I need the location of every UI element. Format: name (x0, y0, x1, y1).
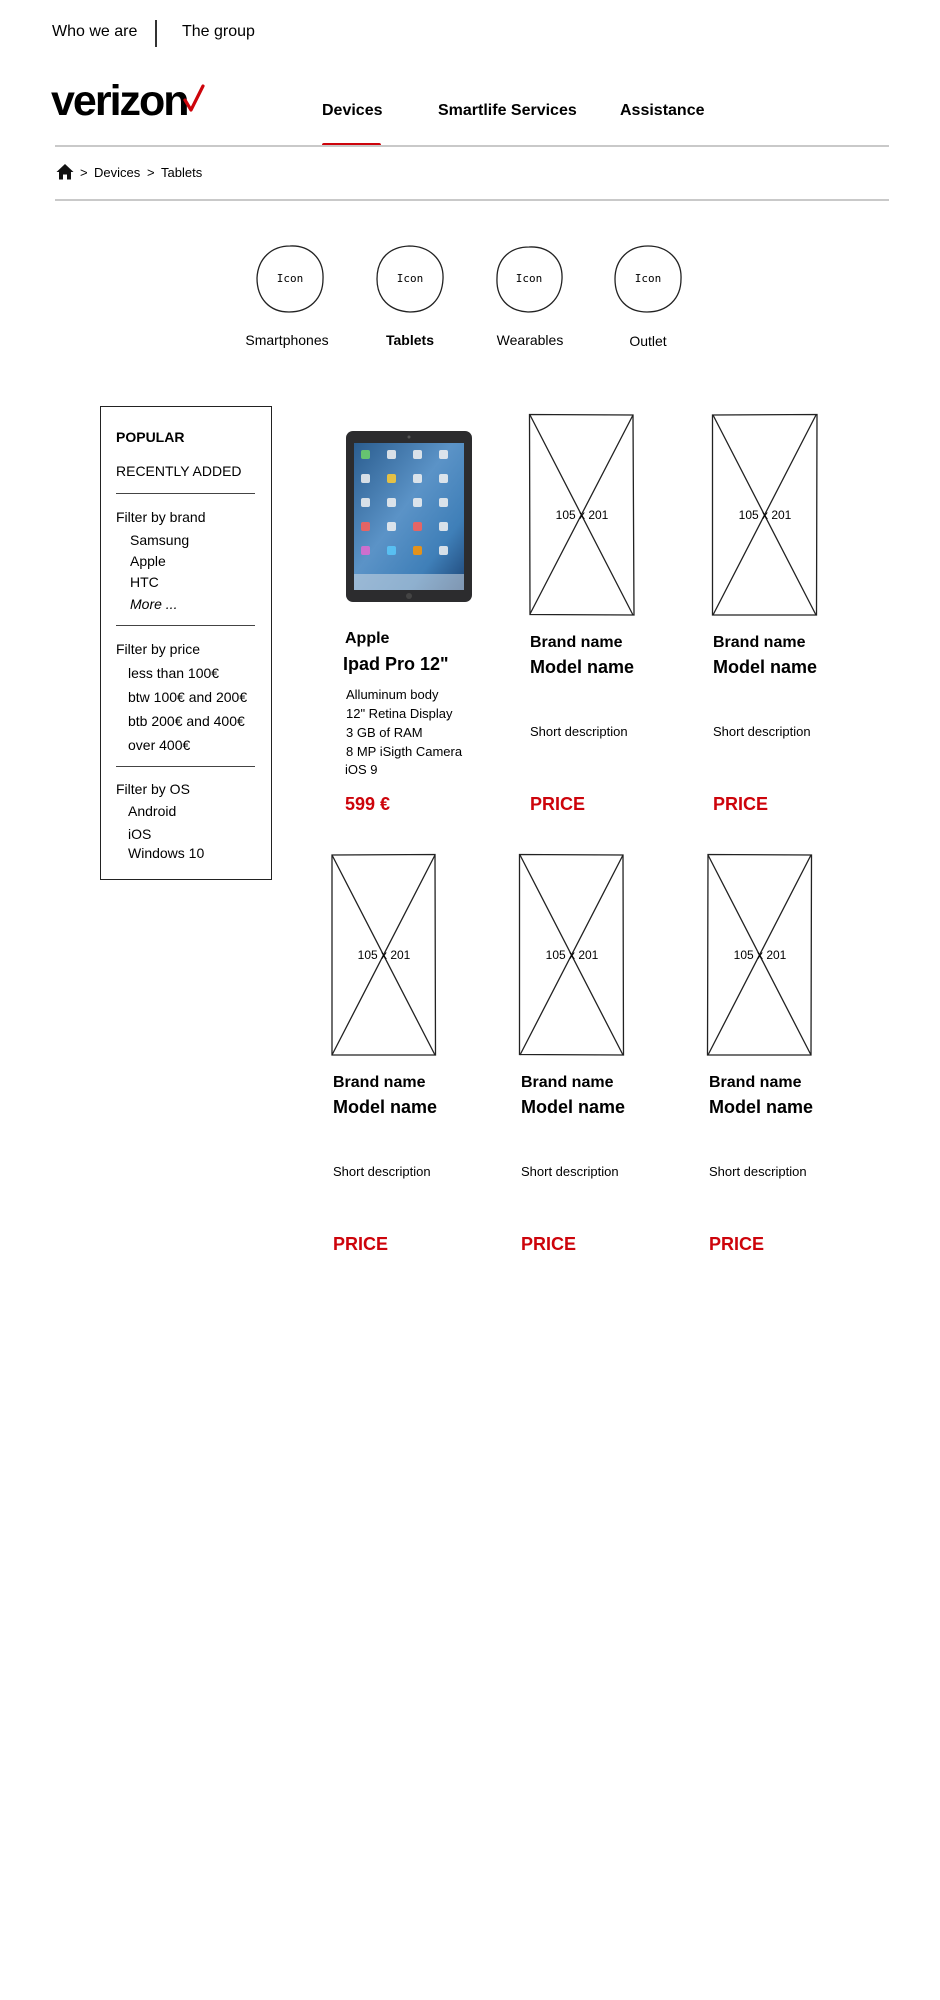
product-spec: 12" Retina Display (346, 706, 453, 721)
product-model[interactable]: Model name (530, 657, 634, 678)
product-spec: Alluminum body (346, 687, 439, 702)
product-brand: Brand name (521, 1074, 614, 1091)
product-model[interactable]: Model name (521, 1097, 625, 1118)
home-icon[interactable] (56, 163, 74, 180)
the-group-link[interactable]: The group (182, 23, 255, 41)
filter-sidebar: POPULAR RECENTLY ADDED Filter by brand S… (100, 406, 272, 880)
top-links-divider (155, 20, 157, 47)
icon-placeholder-text: Icon (515, 272, 543, 285)
ipad-product-image (346, 431, 472, 602)
icon-placeholder-text: Icon (396, 272, 424, 285)
sidebar-divider (116, 493, 255, 495)
product-description: Short description (713, 724, 811, 739)
product-price: PRICE (530, 794, 586, 814)
product-price: PRICE (709, 1234, 765, 1254)
nav-assistance[interactable]: Assistance (620, 102, 705, 120)
verizon-logo[interactable]: verizon (51, 80, 190, 123)
filter-price-option[interactable]: btb 200€ and 400€ (128, 713, 245, 729)
nav-smartlife-services[interactable]: Smartlife Services (438, 102, 577, 120)
image-size-label: 105 x 201 (357, 948, 411, 962)
breadcrumb-tablets: Tablets (161, 165, 203, 180)
category-smartphones-button[interactable]: Icon (254, 244, 326, 314)
category-label-wearables[interactable]: Wearables (475, 332, 585, 348)
sort-recently-added[interactable]: RECENTLY ADDED (116, 463, 242, 479)
product-image-placeholder[interactable]: 105 x 201 (518, 853, 626, 1057)
product-model[interactable]: Model name (333, 1097, 437, 1118)
category-wearables-button[interactable]: Icon (493, 244, 565, 314)
breadcrumb-separator: > (80, 165, 88, 180)
filter-brand-htc[interactable]: HTC (130, 574, 159, 590)
category-label-tablets[interactable]: Tablets (355, 332, 465, 348)
category-tablets-button[interactable]: Icon (374, 244, 446, 314)
product-description: Short description (333, 1164, 431, 1179)
breadcrumb-separator: > (147, 165, 155, 180)
filter-os-windows-10[interactable]: Windows 10 (128, 845, 204, 861)
product-description: Short description (709, 1164, 807, 1179)
category-label-outlet[interactable]: Outlet (593, 333, 703, 349)
filter-os-title: Filter by OS (116, 781, 190, 797)
product-brand: Brand name (333, 1074, 426, 1091)
image-size-label: 105 x 201 (738, 508, 792, 522)
filter-brand-title: Filter by brand (116, 509, 206, 525)
image-size-label: 105 x 201 (555, 508, 609, 522)
breadcrumb-devices[interactable]: Devices (94, 165, 140, 180)
product-price: PRICE (713, 794, 769, 814)
who-we-are-link[interactable]: Who we are (52, 23, 137, 41)
sidebar-divider (116, 766, 255, 768)
filter-brand-more-link[interactable]: More ... (130, 596, 177, 612)
breadcrumb-divider (55, 199, 889, 201)
product-price: PRICE (521, 1234, 577, 1254)
filter-price-title: Filter by price (116, 641, 201, 657)
product-card-ipad[interactable] (345, 430, 473, 603)
category-label-smartphones[interactable]: Smartphones (232, 332, 342, 348)
product-brand: Brand name (530, 634, 623, 651)
product-description: Short description (521, 1164, 619, 1179)
filter-os-ios[interactable]: iOS (128, 826, 151, 842)
filter-brand-samsung[interactable]: Samsung (130, 532, 189, 548)
filter-price-option[interactable]: btw 100€ and 200€ (128, 689, 247, 705)
logo-checkmark-icon (183, 84, 205, 112)
product-image-placeholder[interactable]: 105 x 201 (706, 853, 814, 1057)
category-outlet-button[interactable]: Icon (612, 244, 684, 314)
product-description: Short description (530, 724, 628, 739)
product-image-placeholder[interactable]: 105 x 201 (330, 853, 438, 1057)
product-price: PRICE (333, 1234, 389, 1254)
icon-placeholder-text: Icon (634, 272, 662, 285)
nav-divider (55, 145, 889, 147)
sort-popular[interactable]: POPULAR (116, 429, 184, 445)
product-spec: iOS 9 (345, 762, 378, 777)
product-image-placeholder[interactable]: 105 x 201 (528, 413, 636, 617)
image-size-label: 105 x 201 (733, 948, 787, 962)
filter-price-option[interactable]: over 400€ (128, 737, 190, 753)
product-model[interactable]: Model name (713, 657, 817, 678)
product-spec: 8 MP iSigth Camera (346, 744, 463, 759)
nav-devices[interactable]: Devices (322, 102, 383, 120)
product-image-placeholder[interactable]: 105 x 201 (711, 413, 819, 617)
product-model[interactable]: Ipad Pro 12" (343, 654, 449, 675)
filter-brand-apple[interactable]: Apple (130, 553, 166, 569)
product-spec: 3 GB of RAM (346, 725, 423, 740)
product-brand: Brand name (709, 1074, 802, 1091)
product-brand: Brand name (713, 634, 806, 651)
product-model[interactable]: Model name (709, 1097, 813, 1118)
product-price: 599 € (345, 794, 391, 814)
filter-price-option[interactable]: less than 100€ (128, 665, 219, 681)
sidebar-divider (116, 625, 255, 627)
filter-os-android[interactable]: Android (128, 803, 176, 819)
icon-placeholder-text: Icon (276, 272, 304, 285)
product-brand: Apple (345, 630, 390, 647)
image-size-label: 105 x 201 (545, 948, 599, 962)
